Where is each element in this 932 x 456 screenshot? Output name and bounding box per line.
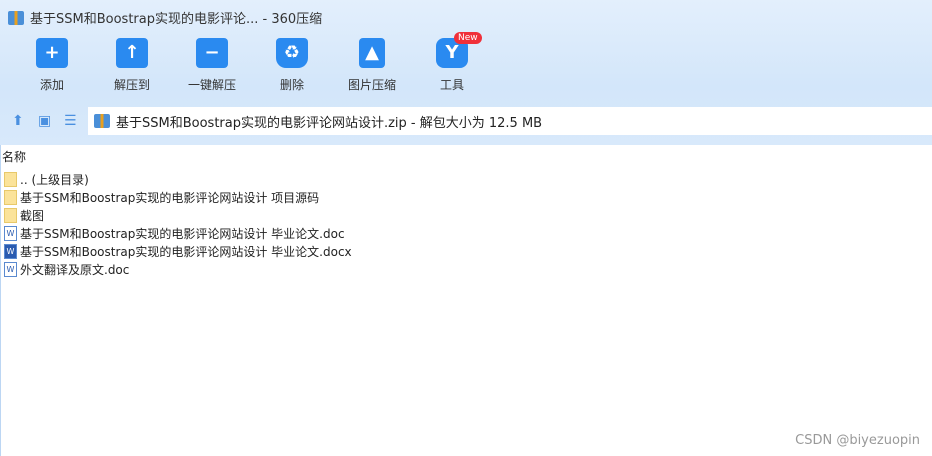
folder-icon — [4, 171, 17, 187]
title-text: 基于SSM和Boostrap实现的电影评论... - 360压缩 — [30, 12, 323, 27]
new-badge: New — [454, 32, 482, 44]
label: 解压到 — [113, 78, 150, 92]
label: 添加 — [39, 78, 64, 92]
file-name: 基于SSM和Boostrap实现的电影评论网站设计 项目源码 — [20, 190, 320, 205]
extract-folder-icon: ↑ — [116, 38, 148, 68]
word-doc-icon: W — [4, 225, 17, 241]
image-compress-button[interactable]: ▲ 图片压缩 — [332, 38, 412, 93]
recycle-bin-icon: ♻ — [276, 38, 308, 68]
folder-icon — [4, 189, 17, 205]
file-name: .. (上级目录) — [20, 172, 89, 187]
file-name: 基于SSM和Boostrap实现的电影评论网站设计 毕业论文.docx — [20, 244, 352, 259]
list-item[interactable]: .. (上级目录) — [4, 170, 352, 188]
label: 删除 — [279, 78, 304, 92]
delete-button[interactable]: ♻ 删除 — [252, 38, 332, 93]
one-click-extract-button[interactable]: − 一键解压 — [172, 38, 252, 93]
file-name: 基于SSM和Boostrap实现的电影评论网站设计 毕业论文.doc — [20, 226, 345, 241]
word-doc-icon: W — [4, 261, 17, 277]
label: 一键解压 — [187, 78, 236, 92]
folder-icon — [4, 207, 17, 223]
watermark: CSDN @biyezuopin — [795, 433, 920, 448]
extract-to-button[interactable]: ↑ 解压到 — [92, 38, 172, 93]
image-file-icon: ▲ — [359, 38, 385, 68]
up-arrow-icon[interactable]: ⬆ — [12, 113, 24, 129]
label: 工具 — [439, 78, 464, 92]
column-header-name[interactable]: 名称 — [2, 148, 26, 165]
folder-minus-icon: − — [196, 38, 228, 68]
divider — [0, 145, 1, 456]
list-item[interactable]: W 外文翻译及原文.doc — [4, 260, 352, 278]
label: 图片压缩 — [347, 78, 396, 92]
file-list: .. (上级目录) 基于SSM和Boostrap实现的电影评论网站设计 项目源码… — [4, 170, 352, 278]
add-button[interactable]: + 添加 — [12, 38, 92, 93]
window-title: 基于SSM和Boostrap实现的电影评论... - 360压缩 — [8, 8, 322, 27]
address-bar[interactable]: 基于SSM和Boostrap实现的电影评论网站设计.zip - 解包大小为 12… — [88, 107, 932, 135]
list-item[interactable]: 基于SSM和Boostrap实现的电影评论网站设计 项目源码 — [4, 188, 352, 206]
list-item[interactable]: W 基于SSM和Boostrap实现的电影评论网站设计 毕业论文.doc — [4, 224, 352, 242]
list-item[interactable]: 截图 — [4, 206, 352, 224]
zip-icon — [8, 10, 24, 25]
list-item[interactable]: W 基于SSM和Boostrap实现的电影评论网站设计 毕业论文.docx — [4, 242, 352, 260]
address-text: 基于SSM和Boostrap实现的电影评论网站设计.zip - 解包大小为 12… — [116, 115, 543, 131]
tools-button[interactable]: Y 工具 — [412, 38, 492, 93]
thumbnail-view-icon[interactable]: ▣ — [38, 113, 51, 129]
zip-icon — [94, 114, 110, 128]
file-name: 外文翻译及原文.doc — [20, 262, 130, 277]
file-name: 截图 — [20, 208, 45, 223]
word-docx-icon: W — [4, 243, 17, 259]
list-view-icon[interactable]: ☰ — [64, 113, 77, 129]
add-folder-icon: + — [36, 38, 68, 68]
